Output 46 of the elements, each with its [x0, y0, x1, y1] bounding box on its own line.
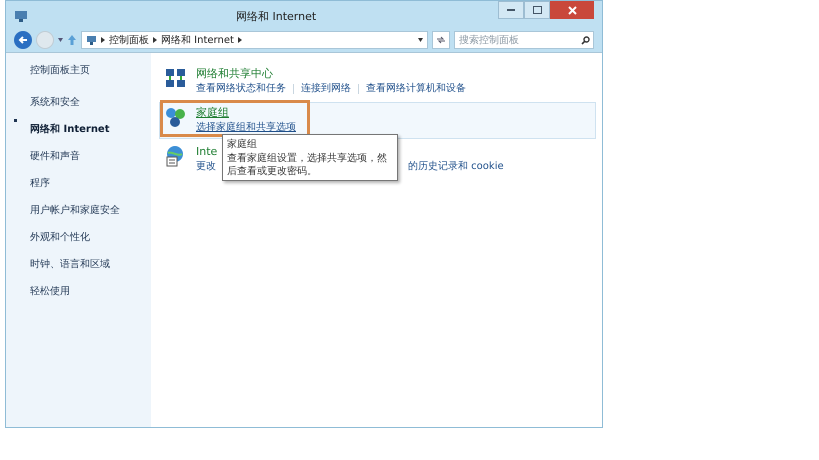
chevron-icon[interactable]: [101, 37, 105, 43]
address-field[interactable]: 控制面板 网络和 Internet: [81, 31, 428, 49]
refresh-button[interactable]: [432, 31, 450, 49]
tooltip-title: 家庭组: [227, 138, 258, 152]
back-arrow-icon: [18, 35, 28, 45]
minimize-button[interactable]: [498, 1, 524, 19]
sidebar-link[interactable]: 轻松使用: [30, 286, 70, 297]
app-icon: [14, 8, 28, 22]
task-link[interactable]: 的历史记录和 cookie: [408, 159, 504, 174]
sidebar-link[interactable]: 网络和 Internet: [30, 124, 110, 135]
sidebar-link[interactable]: 用户帐户和家庭安全: [30, 205, 120, 216]
sidebar-link[interactable]: 系统和安全: [30, 97, 80, 108]
window-title: 网络和 Internet: [236, 9, 316, 25]
back-button[interactable]: [14, 31, 32, 49]
close-button[interactable]: [550, 1, 594, 19]
breadcrumb-link[interactable]: 控制面板: [109, 32, 149, 48]
minimize-icon: [507, 8, 515, 12]
network-computers-icon[interactable]: [164, 67, 186, 89]
search-field[interactable]: 搜索控制面板: [454, 31, 594, 49]
category-title-link[interactable]: 网络和共享中心: [196, 67, 273, 81]
task-link[interactable]: 更改: [196, 159, 216, 174]
tooltip-text: 查看家庭组设置，选择共享选项，然后查看或更改密码。: [227, 152, 388, 178]
sidebar-link[interactable]: 程序: [30, 178, 50, 189]
refresh-icon: [436, 36, 446, 44]
globe-document-icon[interactable]: [164, 145, 186, 167]
task-link[interactable]: 选择家庭组和共享选项: [196, 120, 296, 135]
chevron-icon[interactable]: [238, 37, 242, 43]
breadcrumb-link[interactable]: 网络和 Internet: [161, 32, 234, 48]
category-title-link[interactable]: 家庭组: [196, 106, 229, 120]
maximize-icon: [532, 6, 542, 14]
task-link[interactable]: 查看网络计算机和设备: [366, 81, 466, 96]
category-title-link[interactable]: Inte: [196, 145, 218, 159]
task-link[interactable]: 查看网络状态和任务: [196, 81, 286, 96]
sidebar-link[interactable]: 时钟、语言和区域: [30, 259, 110, 270]
computer-icon: [86, 34, 97, 46]
close-icon: [568, 6, 576, 14]
search-icon: [581, 36, 590, 45]
dropdown-caret-icon[interactable]: [418, 38, 423, 42]
maximize-button[interactable]: [524, 1, 550, 19]
caret-icon[interactable]: [58, 38, 63, 42]
task-link[interactable]: 连接到网络: [301, 81, 351, 96]
sidebar-link[interactable]: 控制面板主页: [30, 63, 151, 78]
spheres-icon[interactable]: [164, 106, 186, 128]
chevron-icon[interactable]: [153, 37, 157, 43]
sidebar-link[interactable]: 硬件和声音: [30, 151, 80, 162]
sidebar-link[interactable]: 外观和个性化: [30, 232, 90, 243]
